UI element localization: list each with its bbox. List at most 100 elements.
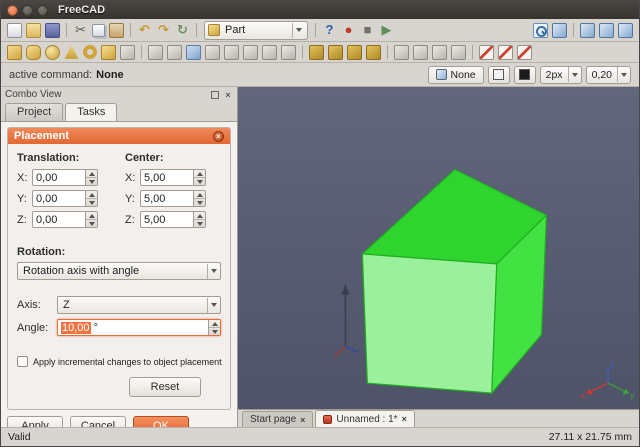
union-icon[interactable] [347, 45, 362, 60]
boolean-icon[interactable] [309, 45, 324, 60]
undo-icon[interactable] [136, 22, 153, 38]
whats-this-icon[interactable] [321, 22, 338, 38]
line-color-swatch[interactable] [514, 66, 536, 84]
measure-angular-icon[interactable] [498, 45, 513, 60]
fillet-icon[interactable] [205, 45, 220, 60]
translation-x-value[interactable]: 0,00 [33, 170, 85, 185]
rotation-mode-select[interactable]: Rotation axis with angle [17, 262, 221, 280]
shape-builder-icon[interactable] [120, 45, 135, 60]
copy-icon[interactable] [92, 24, 105, 37]
loft-icon[interactable] [262, 45, 277, 60]
front-view-icon[interactable] [580, 23, 595, 38]
torus-icon[interactable] [83, 45, 97, 59]
3d-viewport[interactable]: x y z [238, 87, 639, 409]
cross-sections-icon[interactable] [413, 45, 428, 60]
create-primitives-icon[interactable] [101, 45, 116, 60]
sweep-icon[interactable] [281, 45, 296, 60]
spin-arrows[interactable] [208, 320, 220, 335]
translation-x-spinbox[interactable]: 0,00 [32, 169, 98, 186]
center-z-spinbox[interactable]: 5,00 [140, 211, 206, 228]
incremental-checkbox[interactable] [17, 356, 28, 367]
deviation-combo[interactable]: 0,20 [586, 66, 631, 84]
spin-arrows[interactable] [193, 212, 205, 227]
translation-z-value[interactable]: 0,00 [33, 212, 85, 227]
angle-spinbox[interactable]: 10,00 ° [57, 319, 221, 336]
record-macro-icon[interactable] [340, 22, 357, 38]
thickness-icon[interactable] [451, 45, 466, 60]
chevron-down-icon [617, 67, 630, 82]
close-task-icon[interactable] [213, 131, 224, 142]
save-icon[interactable] [45, 23, 60, 38]
close-tab-icon[interactable] [300, 415, 305, 425]
close-panel-icon[interactable] [223, 90, 233, 100]
line-width-combo[interactable]: 2px [540, 66, 582, 84]
close-tab-icon[interactable] [402, 414, 407, 424]
measure-linear-icon[interactable] [479, 45, 494, 60]
spin-arrows[interactable] [193, 170, 205, 185]
tab-project[interactable]: Project [5, 103, 63, 121]
draw-style-button[interactable]: None [428, 66, 484, 84]
revolve-icon[interactable] [167, 45, 182, 60]
tab-tasks[interactable]: Tasks [65, 103, 117, 122]
deviation-value: 0,20 [587, 69, 617, 81]
tab-start-page[interactable]: Start page [242, 411, 313, 427]
center-y-value[interactable]: 5,00 [141, 191, 193, 206]
spin-arrows[interactable] [85, 170, 97, 185]
sphere-icon[interactable] [45, 45, 60, 60]
spin-arrows[interactable] [193, 191, 205, 206]
translation-z-spinbox[interactable]: 0,00 [32, 211, 98, 228]
axis-select[interactable]: Z [57, 296, 221, 314]
spin-arrows[interactable] [85, 191, 97, 206]
reset-button[interactable]: Reset [129, 377, 201, 397]
ruled-surface-icon[interactable] [243, 45, 258, 60]
window-minimize-button[interactable] [22, 5, 33, 16]
refresh-icon[interactable] [174, 22, 191, 38]
fit-all-icon[interactable] [533, 23, 548, 38]
center-y-spinbox[interactable]: 5,00 [140, 190, 206, 207]
workbench-selector[interactable]: Part [204, 21, 308, 40]
offset-icon[interactable] [432, 45, 447, 60]
top-view-icon[interactable] [599, 23, 614, 38]
3d-scene-svg: x y z [238, 87, 639, 409]
redo-icon[interactable] [155, 22, 172, 38]
face-color-swatch[interactable] [488, 66, 510, 84]
section-icon[interactable] [394, 45, 409, 60]
right-view-icon[interactable] [618, 23, 633, 38]
angle-value[interactable]: 10,00 [61, 322, 91, 334]
axonometric-view-icon[interactable] [552, 23, 567, 38]
cut-boolean-icon[interactable] [328, 45, 343, 60]
new-document-icon[interactable] [7, 23, 22, 38]
mirror-icon[interactable] [186, 45, 201, 60]
window-close-button[interactable] [7, 5, 18, 16]
tab-unnamed-document[interactable]: Unnamed : 1* [315, 410, 414, 427]
angle-value-wrap[interactable]: 10,00 ° [58, 320, 208, 335]
stop-macro-icon[interactable] [359, 22, 376, 38]
translation-y-value[interactable]: 0,00 [33, 191, 85, 206]
float-panel-icon[interactable] [210, 90, 220, 100]
clear-measurement-icon[interactable] [517, 45, 532, 60]
translation-y-spinbox[interactable]: 0,00 [32, 190, 98, 207]
center-x-spinbox[interactable]: 5,00 [140, 169, 206, 186]
cone-icon[interactable] [64, 45, 79, 60]
extrude-icon[interactable] [148, 45, 163, 60]
cube-front-face[interactable] [362, 254, 496, 393]
window-maximize-button[interactable] [37, 5, 48, 16]
chevron-down-icon [292, 23, 305, 38]
line-color-chip [519, 69, 530, 80]
cylinder-icon[interactable] [26, 45, 41, 60]
placement-header: Placement [8, 128, 230, 144]
placement-title: Placement [14, 130, 213, 142]
placement-body: Translation: X: 0,00 Y: [8, 144, 230, 409]
center-z-value[interactable]: 5,00 [141, 212, 193, 227]
center-x-value[interactable]: 5,00 [141, 170, 193, 185]
chevron-down-icon [568, 67, 581, 82]
spin-arrows[interactable] [85, 212, 97, 227]
open-document-icon[interactable] [26, 23, 41, 38]
intersection-icon[interactable] [366, 45, 381, 60]
paste-icon[interactable] [109, 23, 124, 38]
cut-icon[interactable] [72, 22, 89, 38]
chamfer-icon[interactable] [224, 45, 239, 60]
execute-macro-icon[interactable] [378, 22, 395, 38]
appearance-controls: None 2px 0,20 [428, 66, 631, 84]
box-icon[interactable] [7, 45, 22, 60]
